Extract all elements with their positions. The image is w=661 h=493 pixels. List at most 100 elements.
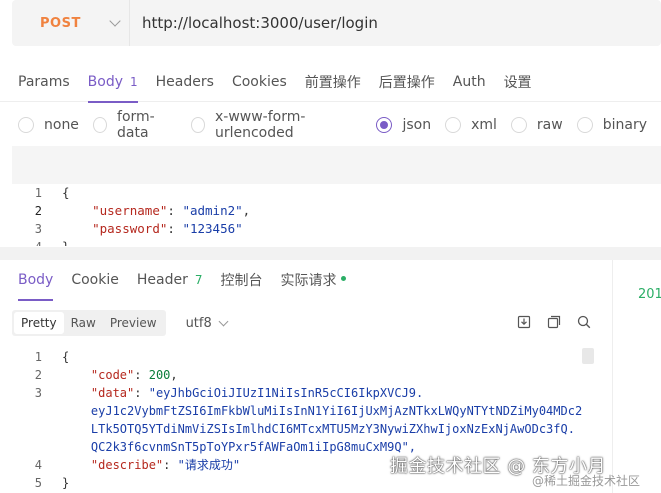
- method-label: POST: [40, 15, 81, 31]
- tab-response-cookie[interactable]: Cookie: [71, 260, 119, 300]
- radio-form-data[interactable]: form-data: [92, 109, 177, 141]
- radio-checked-icon: [376, 117, 393, 133]
- radio-circle-icon: [445, 117, 462, 133]
- line-number: 3: [34, 222, 42, 236]
- encoding-label: utf8: [185, 315, 212, 331]
- tab-pre-script-label: 前置操作: [304, 74, 361, 91]
- radio-binary-label: binary: [602, 117, 647, 133]
- panel-divider[interactable]: [0, 247, 661, 260]
- radio-xml[interactable]: xml: [445, 117, 497, 133]
- line-number: 1: [34, 186, 42, 200]
- radio-form-data-label: form-data: [117, 109, 155, 141]
- tab-response-header[interactable]: Header 7: [137, 260, 203, 300]
- radio-binary[interactable]: binary: [576, 117, 647, 133]
- line-number: 2: [34, 368, 42, 382]
- radio-none[interactable]: none: [18, 117, 79, 133]
- raw-button[interactable]: Raw: [64, 312, 103, 334]
- tab-settings[interactable]: 设置: [504, 62, 532, 102]
- download-icon[interactable]: [516, 314, 532, 330]
- watermark-sub: @稀土掘金技术社区: [532, 474, 641, 488]
- line-number: 2: [34, 204, 42, 218]
- url-input[interactable]: http://localhost:3000/user/login: [142, 14, 378, 32]
- method-select[interactable]: POST: [12, 0, 130, 46]
- radio-circle-icon: [190, 117, 205, 133]
- json-sep: :: [167, 203, 183, 218]
- json-string: eyJ1c2VybmFtZSI6ImFkbWluMiIsInN1YiI6IjUx…: [90, 404, 583, 418]
- request-tabs: Params Body 1 Headers Cookies 前置操作 后置操作 A…: [0, 62, 661, 103]
- preview-button[interactable]: Preview: [103, 312, 164, 334]
- radio-none-label: none: [44, 117, 79, 133]
- json-string: LTk5OTQ5YTdiNmViZSIsImlhdCI6MTcxMTU5MzY3…: [90, 422, 575, 436]
- line-number: [12, 438, 42, 456]
- code-text: "password": "123456": [62, 220, 243, 238]
- radio-raw[interactable]: raw: [510, 117, 563, 133]
- line-number: 4: [34, 458, 42, 472]
- copy-icon[interactable]: [546, 314, 562, 330]
- code-line: eyJ1c2VybmFtZSI6ImFkbWluMiIsInN1YiI6IjUx…: [12, 402, 610, 420]
- tab-auth[interactable]: Auth: [453, 62, 486, 102]
- json-string: QC2k3f6cvnmSnT5pToYPxr5fAWFaOm1iIpG8muCx…: [90, 440, 417, 454]
- tab-cookies-label: Cookies: [231, 73, 287, 90]
- code-text: "username": "admin2",: [62, 202, 250, 220]
- tab-headers-label: Headers: [155, 73, 214, 90]
- view-mode-switch: Pretty Raw Preview: [12, 310, 166, 336]
- tab-body[interactable]: Body 1: [87, 62, 138, 103]
- tab-pre-script[interactable]: 前置操作: [305, 62, 361, 102]
- radio-circle-icon: [18, 117, 34, 133]
- radio-circle-icon: [510, 117, 527, 133]
- code-text: }: [62, 476, 70, 490]
- line-number: [12, 420, 42, 438]
- radio-xml-label: xml: [471, 117, 497, 133]
- editor-toolbar: [12, 146, 661, 184]
- tab-headers[interactable]: Headers: [156, 62, 214, 102]
- code-text: }: [62, 238, 70, 246]
- json-key: "code": [90, 368, 135, 382]
- response-toolbar: Pretty Raw Preview utf8: [12, 310, 229, 336]
- json-comma: ,: [242, 203, 251, 218]
- radio-urlencoded-label: x-www-form-urlencoded: [214, 109, 306, 141]
- json-key: "password": [92, 221, 168, 236]
- tab-console-label: 控制台: [220, 273, 263, 289]
- tab-auth-label: Auth: [452, 73, 486, 90]
- tab-response-body[interactable]: Body: [18, 260, 54, 301]
- line-number: 4: [12, 238, 42, 246]
- line-number: 3: [34, 386, 42, 400]
- line-number: 1: [34, 350, 42, 364]
- tab-cookies[interactable]: Cookies: [232, 62, 287, 102]
- scrollbar-thumb[interactable]: [582, 348, 594, 364]
- chevron-down-icon: [109, 15, 121, 27]
- json-string: "请求成功": [177, 458, 241, 472]
- code-text: "data": "eyJhbGciOiJIUzI1NiIsInR5cCI6Ikp…: [90, 386, 424, 400]
- json-key: "username": [92, 203, 168, 218]
- tab-console[interactable]: 控制台: [221, 260, 263, 300]
- search-icon[interactable]: [576, 314, 592, 330]
- encoding-select[interactable]: utf8: [185, 315, 229, 331]
- response-side-panel: 201: [612, 260, 661, 493]
- code-line: LTk5OTQ5YTdiNmViZSIsImlhdCI6MTcxMTU5MzY3…: [12, 420, 610, 438]
- code-text: "code": 200,: [90, 368, 178, 382]
- code-text: {: [62, 350, 70, 364]
- tab-actual-request[interactable]: 实际请求: [281, 260, 346, 300]
- radio-json[interactable]: json: [376, 117, 431, 133]
- code-text: QC2k3f6cvnmSnT5pToYPxr5fAWFaOm1iIpG8muCx…: [62, 438, 416, 456]
- json-key: "describe": [90, 458, 164, 472]
- code-text: "describe": "请求成功": [90, 458, 241, 472]
- url-bar: POST http://localhost:3000/user/login: [12, 0, 661, 46]
- body-type-radios: none form-data x-www-form-urlencoded jso…: [18, 109, 661, 141]
- tab-response-header-label: Header: [136, 272, 188, 288]
- code-line: 3 "password": "123456": [12, 220, 661, 238]
- tab-post-script[interactable]: 后置操作: [379, 62, 435, 102]
- code-line: 2 "code": 200,: [12, 366, 610, 384]
- pretty-button[interactable]: Pretty: [14, 312, 64, 334]
- tab-response-header-count: 7: [194, 273, 203, 287]
- radio-raw-label: raw: [536, 117, 563, 133]
- response-actions: [516, 314, 606, 330]
- radio-urlencoded[interactable]: x-www-form-urlencoded: [190, 109, 363, 141]
- tab-params[interactable]: Params: [18, 62, 70, 102]
- code-line: 1 {: [12, 348, 610, 366]
- json-string: "123456": [182, 221, 243, 236]
- request-body-editor[interactable]: 1 { 2 "username": "admin2", 3 "password"…: [12, 184, 661, 246]
- radio-circle-icon: [576, 117, 593, 133]
- tab-body-count: 1: [130, 74, 138, 89]
- json-string: "admin2": [182, 203, 243, 218]
